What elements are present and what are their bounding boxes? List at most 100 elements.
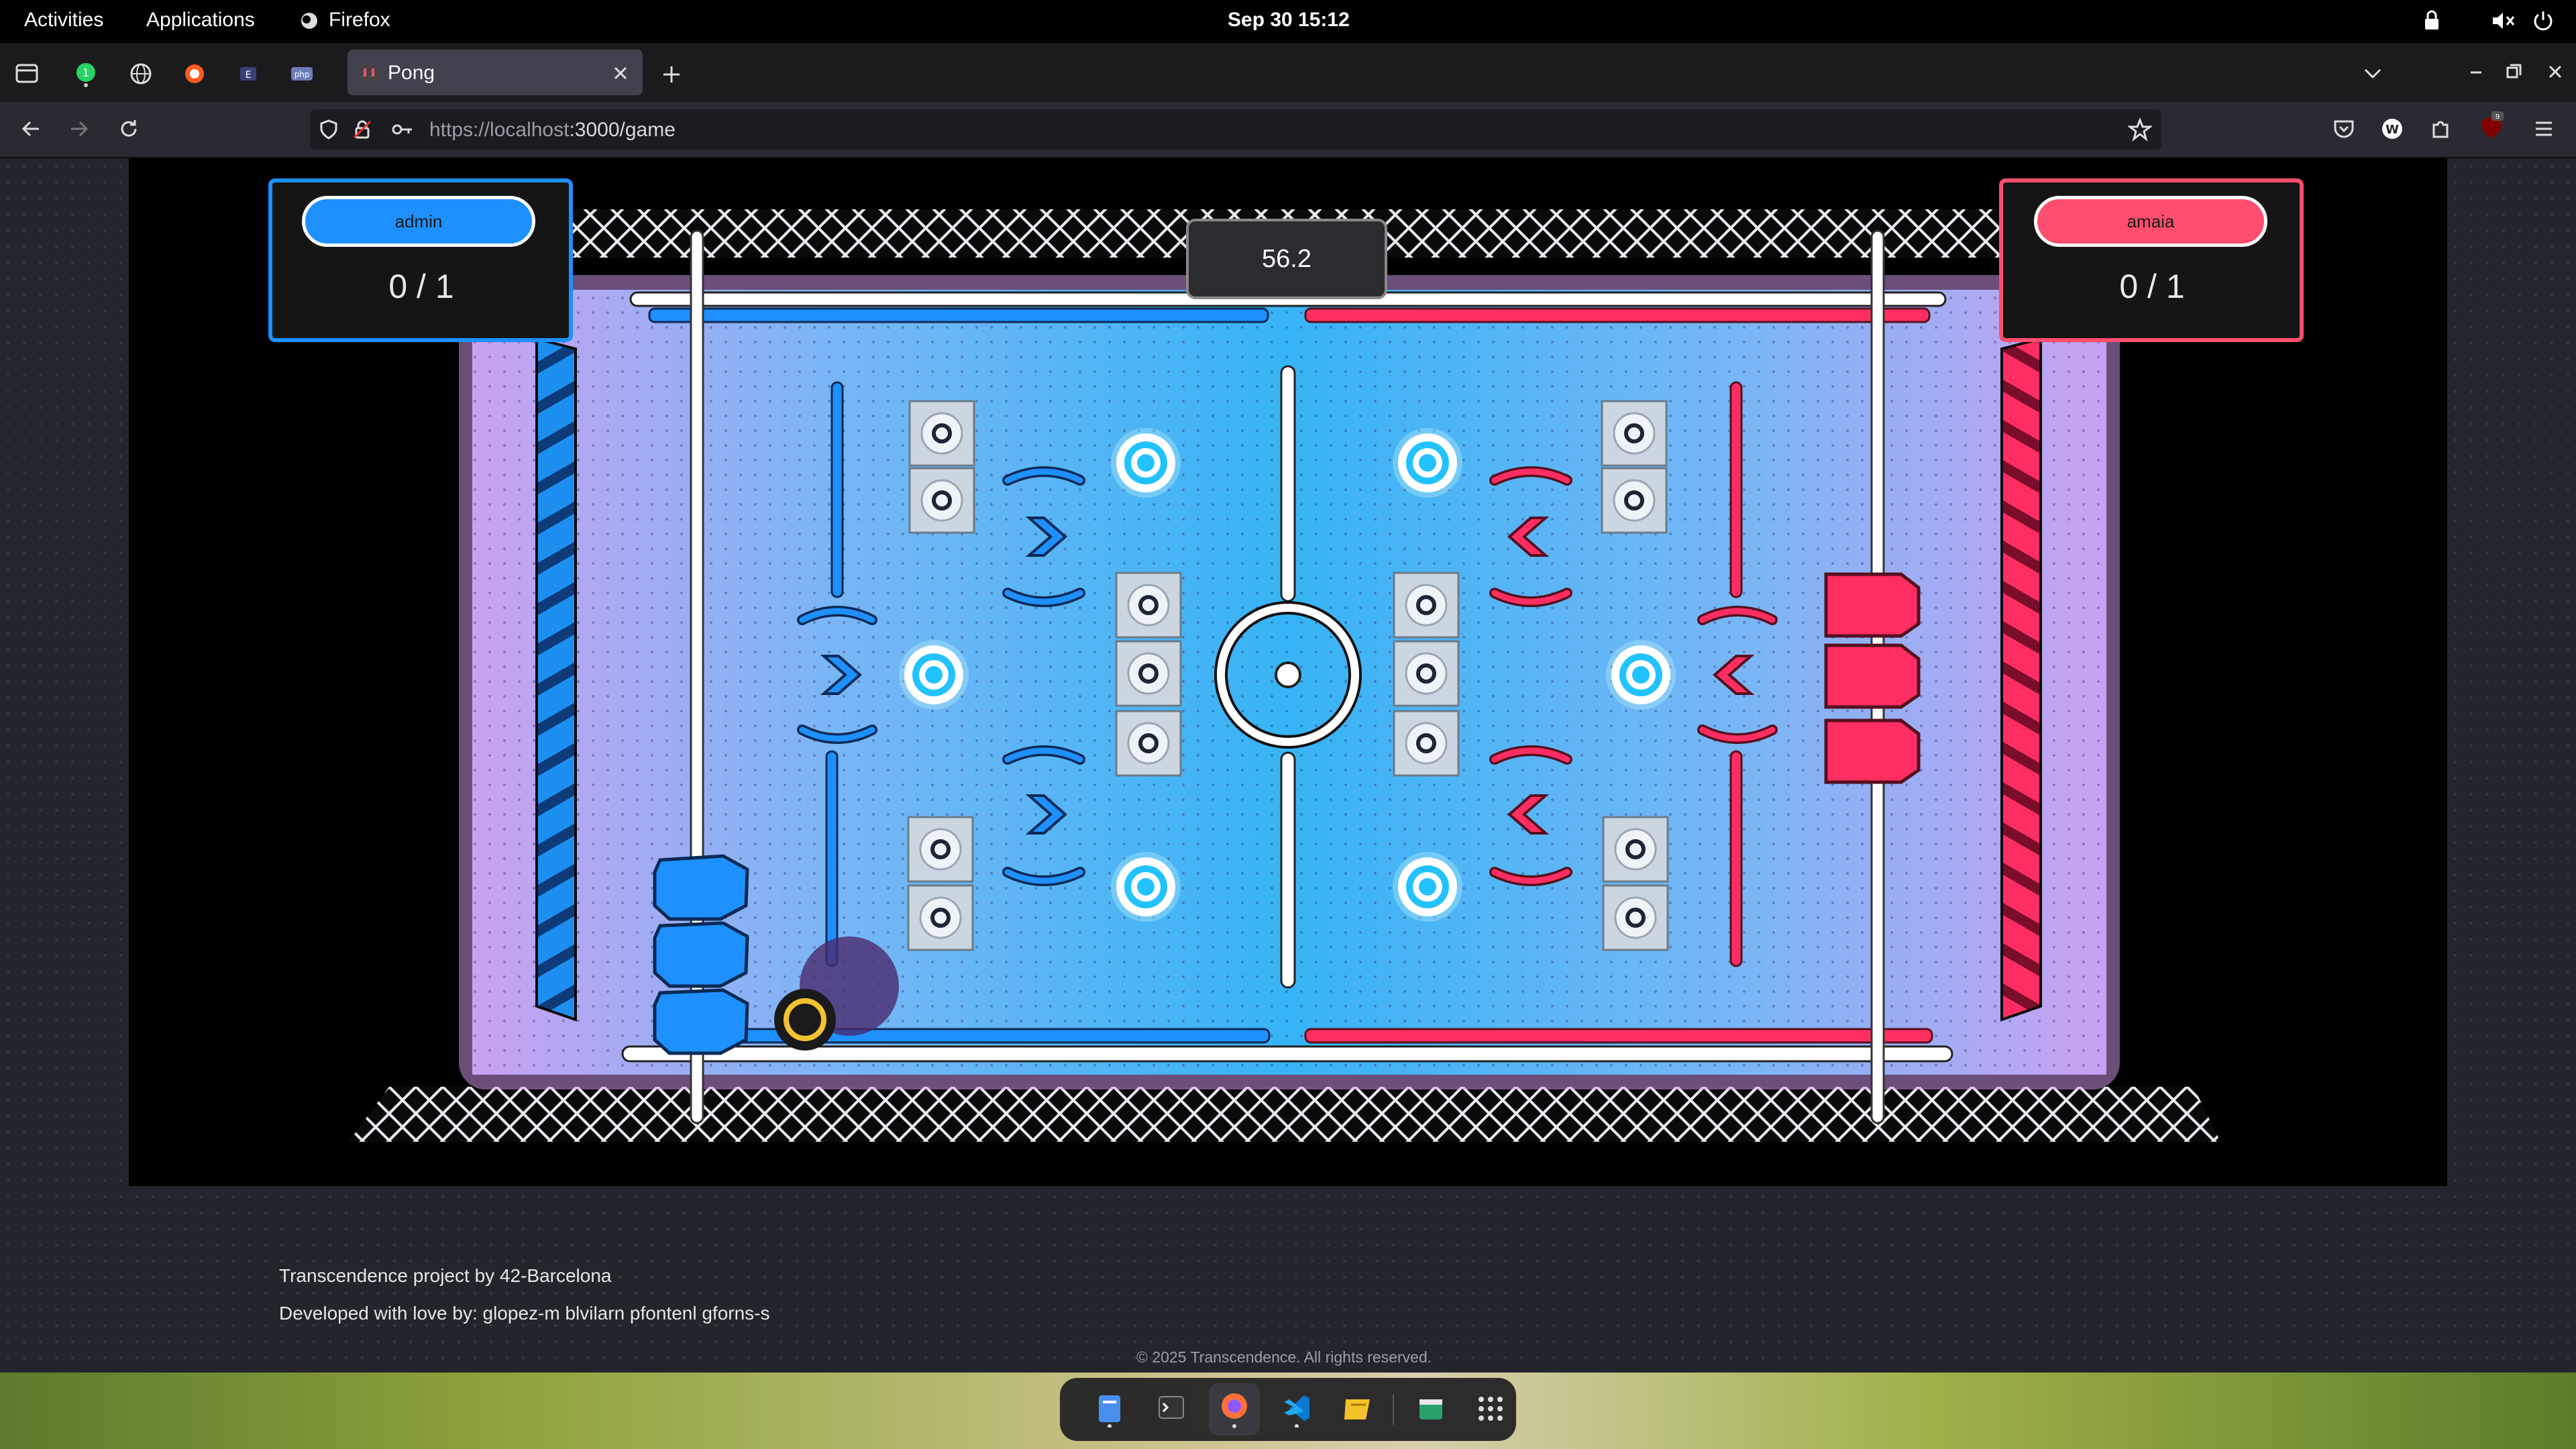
ball: [774, 989, 836, 1051]
center-line-bottom: [1280, 751, 1296, 989]
forward-icon[interactable]: [67, 117, 91, 141]
notes-icon[interactable]: [1342, 1393, 1374, 1426]
pocket-icon[interactable]: [2332, 117, 2356, 141]
terminal-icon[interactable]: [1157, 1393, 1186, 1428]
right-player-score: 0 / 1: [2119, 268, 2185, 305]
active-app-name[interactable]: Firefox: [329, 9, 390, 32]
pong-favicon: [361, 64, 377, 80]
left-player-score: 0 / 1: [388, 268, 454, 305]
bumper-cube: [1394, 573, 1458, 637]
bumper-cube: [1602, 468, 1666, 533]
left-player-name: admin: [302, 196, 535, 247]
bottom-net: [349, 1087, 2220, 1142]
bumper-ring: [1111, 852, 1181, 922]
vscode-icon[interactable]: [1281, 1393, 1312, 1428]
bumper-ring: [1393, 428, 1462, 498]
window-close-icon[interactable]: [2545, 62, 2565, 82]
bumper-cube: [1603, 885, 1668, 950]
svg-text:php: php: [294, 70, 310, 79]
right-paddle: [1824, 572, 1921, 784]
files-icon[interactable]: [1095, 1393, 1124, 1428]
system-top-bar: Activities Applications Firefox Sep 30 1…: [0, 0, 2576, 43]
list-tabs-icon[interactable]: [2361, 63, 2384, 83]
activities-button[interactable]: Activities: [24, 9, 103, 32]
tab-title: Pong: [388, 62, 435, 84]
browser-tab-strip: 1 E php Pong: [0, 43, 2576, 102]
dock-separator: [1393, 1394, 1394, 1425]
star-icon[interactable]: [2128, 117, 2152, 142]
left-pole: [690, 229, 704, 1124]
bumper-cube: [1394, 711, 1458, 775]
right-wall: [2000, 337, 2042, 1022]
left-bumper-top: [830, 381, 844, 598]
game-timer: 56.2: [1186, 219, 1387, 299]
volume-icon[interactable]: [2490, 9, 2517, 32]
bumper-cube: [1602, 401, 1666, 466]
restore-icon[interactable]: [2504, 62, 2524, 82]
bumper-cube: [1116, 573, 1181, 637]
bottom-red-bar: [1304, 1028, 1933, 1044]
svg-text:9: 9: [2496, 113, 2500, 121]
power-icon[interactable]: [2532, 9, 2555, 32]
left-paddle: [653, 854, 749, 1055]
bumper-cube: [908, 817, 973, 881]
svg-text:W: W: [2385, 123, 2399, 137]
right-bumper-bottom: [1729, 750, 1743, 967]
url-text[interactable]: https://localhost:3000/game: [429, 119, 676, 142]
bottom-rail: [621, 1045, 1953, 1063]
lock-icon[interactable]: [352, 119, 373, 140]
footer-credit: Transcendence project by 42-Barcelona: [279, 1265, 612, 1286]
left-score-card: admin 0 / 1: [268, 178, 573, 342]
lock-screen-icon[interactable]: [2422, 9, 2442, 32]
close-icon[interactable]: [612, 64, 629, 82]
extensions-icon[interactable]: [2428, 117, 2453, 141]
new-tab-icon[interactable]: [660, 63, 683, 86]
top-red-bar: [1304, 307, 1931, 323]
back-icon[interactable]: [19, 117, 43, 141]
ublock-icon[interactable]: 9: [2478, 110, 2505, 141]
app-grid-icon[interactable]: [1476, 1394, 1505, 1424]
left-bumper-bottom: [825, 750, 839, 967]
bumper-cube: [1116, 711, 1181, 775]
tab-icon[interactable]: E: [236, 62, 260, 86]
menu-icon[interactable]: [2532, 117, 2556, 141]
svg-text:1: 1: [83, 66, 89, 79]
sidebar-icon[interactable]: [15, 62, 39, 85]
globe-icon[interactable]: [129, 62, 153, 86]
center-dot: [1275, 661, 1301, 688]
url-bar[interactable]: https://localhost:3000/game: [310, 109, 2161, 150]
store-icon[interactable]: [1415, 1393, 1446, 1426]
bumper-ring: [1111, 428, 1181, 498]
firefox-icon: [301, 13, 317, 29]
whatsapp-icon[interactable]: 1: [74, 60, 98, 87]
php-icon[interactable]: php: [288, 62, 315, 86]
shield-icon[interactable]: [318, 119, 339, 140]
clock[interactable]: Sep 30 15:12: [1228, 9, 1350, 32]
tab-pong[interactable]: Pong: [347, 50, 643, 95]
bumper-ring: [1606, 640, 1676, 710]
key-icon[interactable]: [390, 119, 415, 140]
left-wall: [535, 337, 577, 1022]
bumper-cube: [908, 885, 973, 950]
right-player-name: amaia: [2034, 196, 2267, 247]
top-blue-bar: [648, 307, 1269, 323]
bumper-ring: [899, 640, 969, 710]
bumper-ring: [1393, 852, 1462, 922]
minimize-icon[interactable]: [2466, 62, 2486, 82]
center-line-top: [1280, 365, 1296, 602]
bumper-cube: [910, 468, 974, 533]
firefox-icon[interactable]: [1218, 1391, 1250, 1429]
bumper-cube: [1116, 641, 1181, 706]
bumper-cube: [1603, 817, 1668, 881]
w-icon[interactable]: W: [2380, 117, 2404, 141]
svg-text:E: E: [246, 70, 252, 80]
dock: [1060, 1378, 1516, 1441]
reload-icon[interactable]: [117, 117, 141, 141]
right-bumper-top: [1729, 381, 1743, 598]
brave-icon[interactable]: [182, 62, 207, 86]
applications-menu[interactable]: Applications: [146, 9, 255, 32]
bumper-cube: [910, 401, 974, 466]
right-score-card: amaia 0 / 1: [1999, 178, 2304, 342]
game-container: admin 0 / 1 amaia 0 / 1: [129, 158, 2447, 1186]
bumper-cube: [1394, 641, 1458, 706]
